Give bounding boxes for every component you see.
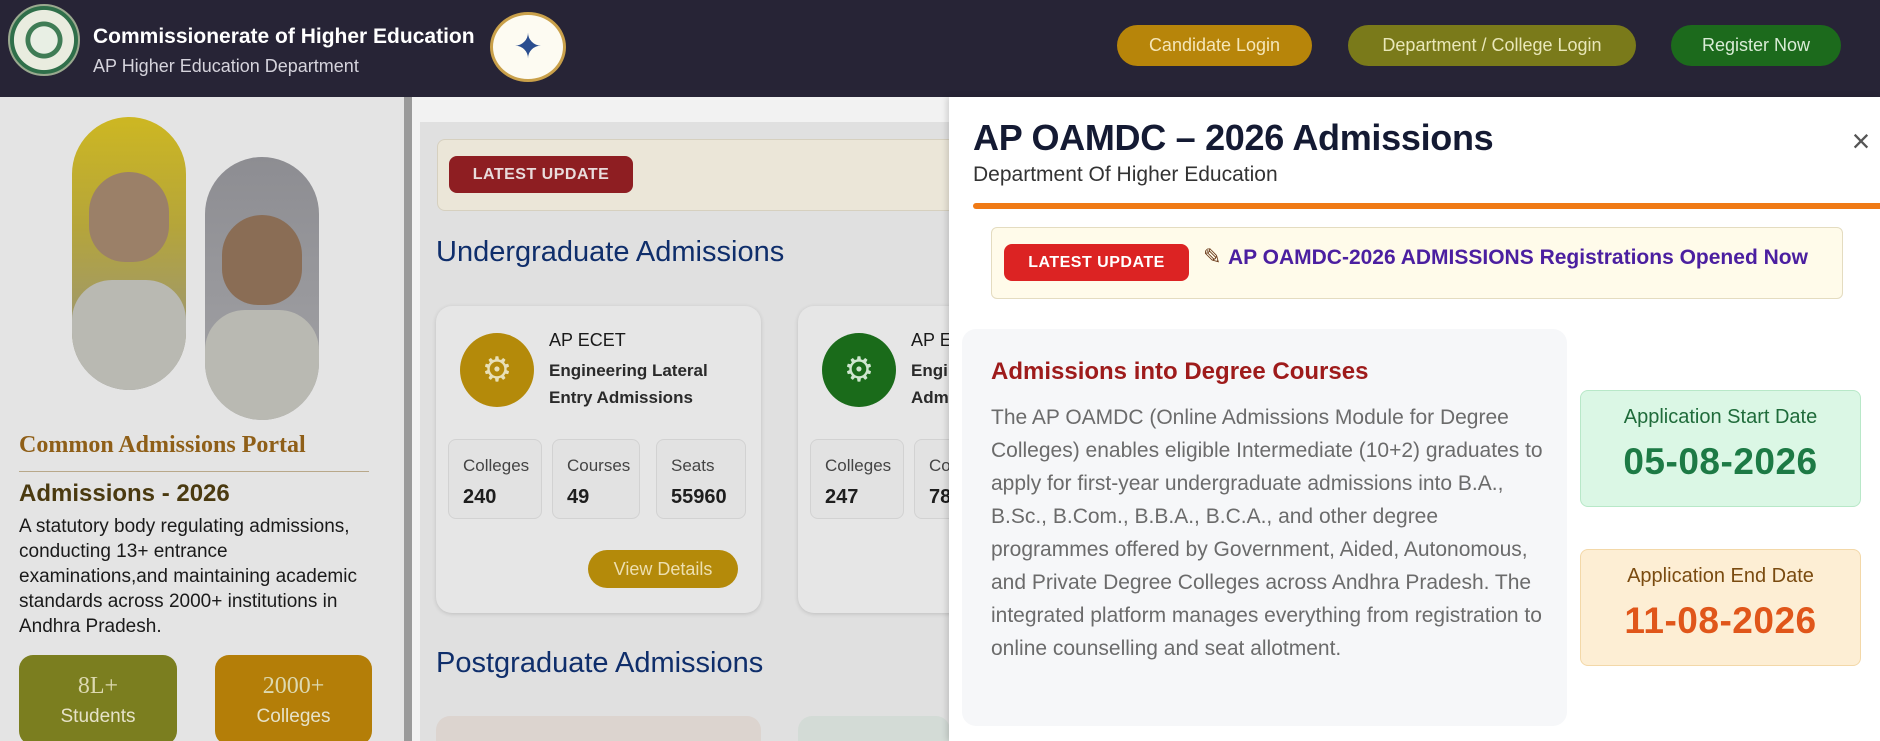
portrait-face	[222, 215, 302, 305]
department-logo: ✦	[490, 12, 566, 82]
latest-update-badge: LATEST UPDATE	[449, 156, 633, 193]
card-title: AP E	[911, 330, 952, 350]
postgraduate-section-title: Postgraduate Admissions	[436, 647, 764, 679]
portal-description: A statutory body regulating admissions, …	[19, 516, 357, 637]
card-subtitle: Engineering Lateral Entry Admissions	[549, 361, 708, 407]
start-date-label: Application Start Date	[1623, 406, 1818, 428]
card-stat-label: Colleges	[825, 456, 892, 475]
end-date-label: Application End Date	[1627, 565, 1814, 587]
candidate-login-button[interactable]: Candidate Login	[1117, 25, 1312, 66]
card-subtitle-line: Engi	[911, 361, 948, 380]
start-date-value: 05-08-2026	[1623, 441, 1818, 482]
site-title: Commissionerate of Higher Education	[93, 25, 475, 48]
card-subtitle-line: Adm	[911, 388, 949, 407]
admissions-year-title: Admissions - 2026	[19, 480, 230, 507]
end-date-value: 11-08-2026	[1624, 600, 1817, 641]
panel-title-accent-rule	[973, 203, 1880, 209]
card-stat-seats: Seats 55960	[656, 439, 746, 519]
portrait-shirt	[205, 310, 319, 420]
panel-subtitle: Department Of Higher Education	[973, 163, 1278, 186]
card-stat-value: 240	[463, 486, 497, 508]
course-info-title: Admissions into Degree Courses	[991, 358, 1369, 385]
undergraduate-section-title: Undergraduate Admissions	[436, 236, 785, 268]
card-title: AP ECET	[549, 330, 626, 350]
state-emblem-logo	[8, 4, 80, 76]
panel-divider[interactable]	[404, 97, 412, 741]
application-start-date-box: Application Start Date 05-08-2026	[1580, 390, 1861, 507]
panel-title: AP OAMDC – 2026 Admissions	[973, 117, 1494, 158]
card-stat-courses: Courses 49	[552, 439, 640, 519]
card-stat-value: 49	[567, 486, 590, 508]
site-subtitle: AP Higher Education Department	[93, 56, 359, 76]
card-stat-label: Colleges	[463, 456, 530, 475]
postgraduate-card[interactable]	[798, 716, 950, 741]
portal-title-divider	[19, 471, 369, 472]
portal-title: Common Admissions Portal	[19, 432, 306, 458]
portrait-face	[89, 172, 169, 262]
register-now-button[interactable]: Register Now	[1671, 25, 1841, 66]
close-icon[interactable]: ×	[1846, 125, 1876, 157]
latest-update-badge: LATEST UPDATE	[1004, 244, 1189, 281]
stat-label: Colleges	[256, 706, 331, 727]
application-end-date-box: Application End Date 11-08-2026	[1580, 549, 1861, 666]
portrait-photo-2	[205, 157, 319, 420]
ticker-text[interactable]: AP OAMDC-2026 ADMISSIONS Registrations O…	[1228, 246, 1832, 270]
card-stat-value: 247	[825, 486, 859, 508]
stat-students: 8L+ Students	[19, 655, 177, 741]
department-logo-mark: ✦	[513, 28, 543, 66]
card-stat-colleges: Colleges 247	[810, 439, 904, 519]
engineer-icon: ⚙	[460, 333, 534, 407]
left-hero-panel	[0, 97, 405, 741]
stat-value: 8L+	[77, 673, 119, 699]
course-info-description: The AP OAMDC (Online Admissions Module f…	[991, 406, 1543, 660]
postgraduate-card[interactable]	[436, 716, 761, 741]
stat-label: Students	[60, 706, 136, 727]
pin-icon: ✎	[1203, 244, 1222, 269]
admission-card-ap-ecet[interactable]: ⚙ AP ECET Engineering Lateral Entry Admi…	[436, 306, 761, 613]
department-college-login-button[interactable]: Department / College Login	[1348, 25, 1636, 66]
stat-value: 2000+	[262, 673, 325, 699]
card-stat-label: Seats	[671, 456, 715, 475]
stat-colleges: 2000+ Colleges	[215, 655, 372, 741]
portrait-photo-1	[72, 117, 186, 390]
card-stat-value: 55960	[671, 486, 727, 508]
portrait-shirt	[72, 280, 186, 390]
gear-chip-icon: ⚙	[822, 333, 896, 407]
card-stat-label: Courses	[567, 456, 631, 475]
view-details-button[interactable]: View Details	[588, 550, 738, 588]
top-header: Commissionerate of Higher Education AP H…	[0, 0, 1880, 97]
admission-card-ap-e[interactable]: ⚙ AP E Engi Adm Colleges 247 Co 78	[798, 306, 958, 613]
card-stat-colleges: Colleges 240	[448, 439, 542, 519]
